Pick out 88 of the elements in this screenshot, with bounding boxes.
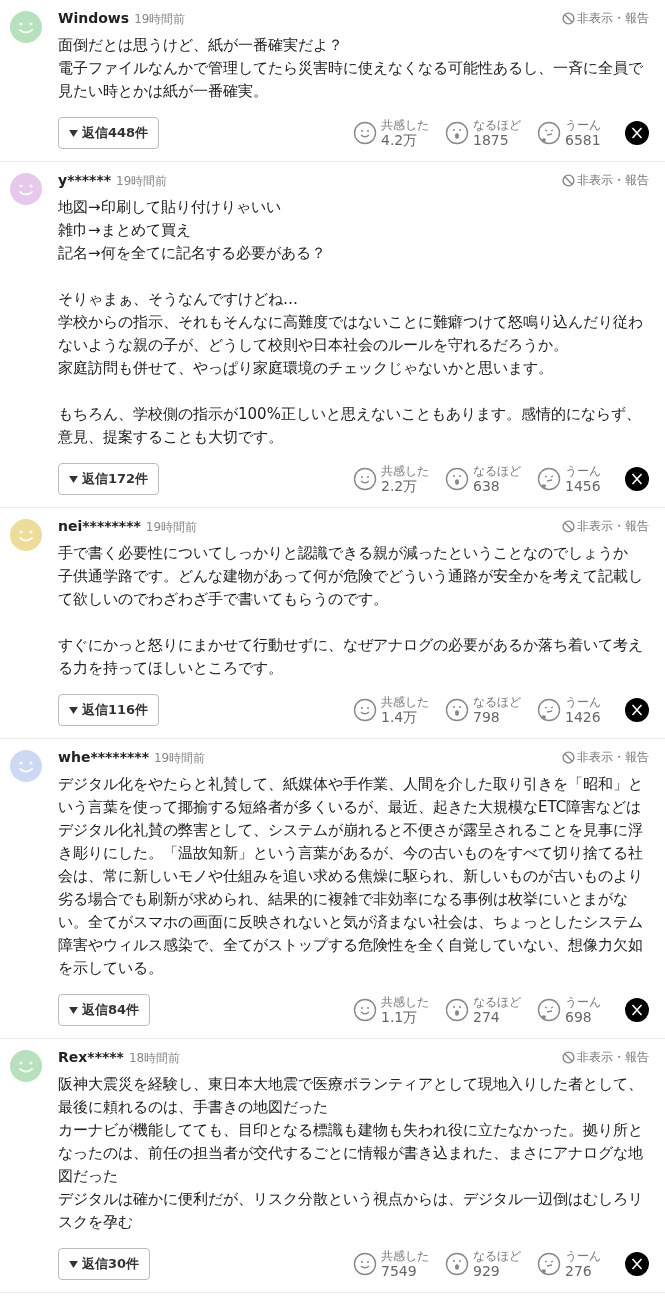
reaction-count: 6581 — [565, 133, 601, 148]
post-time: 19時間前 — [134, 11, 186, 28]
user-name: y****** — [58, 172, 112, 188]
thinking-face-icon[interactable] — [537, 998, 561, 1022]
caret-icon — [69, 706, 78, 714]
reaction-label: 共感した — [381, 1249, 429, 1264]
reaction-count: 274 — [473, 1010, 501, 1025]
comment-text: 面倒だとは思うけど、紙が一番確実だよ？ 電子ファイルなんかで管理してたら災害時に使えなくなる可能性あるし、一斉に全員で見たい時とかは紙が一番確実。 — [58, 35, 644, 102]
reaction-label: 共感した — [381, 464, 429, 479]
reaction-label: うーん — [565, 464, 601, 479]
hide-report-link[interactable]: 非表示・報告 — [562, 749, 649, 766]
reaction-count: 276 — [565, 1264, 593, 1279]
surprised-face-icon[interactable] — [445, 998, 469, 1022]
comment-text: 阪神大震災を経験し、東日本大地震で医療ボランティアとして現地入りした者として、 最後に頼れるのは、手書きの地図だった カーナビが機能してても、目印となる標識も建物も失われ役に立たなかった。拠り所となったのは、前任の担当者が交代するごとに情報が書き込まれた、まさにアナログな地図だった デジタルは確かに便利だが、リスク分散という視点からは、デジタル一辺倒はむしろリスクを孕む — [58, 1074, 644, 1233]
post-time: 19時間前 — [153, 750, 206, 767]
reaction-count: 1.1万 — [381, 1010, 419, 1025]
comment-text: 手で書く必要性についてしっかりと認識できる親が減ったということなのでしょうか 子供通学路です。どんな建物があって何が危険でどういう通路が安全かを考えて記載して欲しいのでわざわざ手で書いてもらうのです。 — [58, 543, 644, 610]
share-icon[interactable] — [625, 121, 649, 145]
thinking-face-icon[interactable] — [537, 1252, 561, 1276]
reaction-label: うーん — [565, 995, 601, 1010]
hide-report-link[interactable]: 非表示・報告 — [562, 10, 649, 27]
reaction-label: うーん — [565, 118, 601, 133]
share-icon[interactable] — [625, 698, 649, 722]
share-icon[interactable] — [625, 467, 649, 491]
reaction-count: 4.2万 — [381, 133, 419, 148]
thinking-face-icon[interactable] — [537, 698, 561, 722]
surprised-face-icon[interactable] — [445, 467, 469, 491]
hide-report-link[interactable]: 非表示・報告 — [562, 1049, 649, 1066]
reply-button[interactable]: 返信116件 — [58, 694, 160, 726]
comment-text: もちろん、学校側の指示が100%正しいと思えないこともあります。感情的にならず、意見、提案することも大切です。 — [58, 404, 642, 448]
reaction-label: なるほど — [473, 1249, 521, 1264]
post-time: 19時間前 — [116, 173, 168, 190]
comment-text: そりゃまぁ、そうなんですけどね… 学校からの指示、それもそんなに高難度ではないことに難癖つけて怒鳴り込んだり従わないような親の子が、どうして校則や日本社会のルールを守れるだろうか。 家庭訪問も併せて、やっぱり家庭環境のチェックじゃないかと思います。 — [58, 289, 644, 379]
caret-icon — [69, 1260, 78, 1268]
reply-button[interactable]: 返信30件 — [58, 1248, 151, 1280]
reaction-count: 2.2万 — [381, 479, 419, 494]
reaction-count: 1456 — [565, 479, 601, 494]
reaction-label: うーん — [565, 695, 601, 710]
caret-icon — [69, 475, 78, 483]
hide-report-link[interactable]: 非表示・報告 — [562, 172, 649, 189]
smile-icon[interactable] — [353, 998, 377, 1022]
ban-icon — [562, 520, 575, 533]
reaction-label: なるほど — [473, 995, 521, 1010]
comment-text: 地図→印刷して貼り付けりゃいい 雑巾→まとめて買え 記名→何を全てに記名する必要がある？ — [58, 197, 327, 264]
surprised-face-icon[interactable] — [445, 1252, 469, 1276]
ban-icon — [562, 174, 575, 187]
reaction-label: うーん — [565, 1249, 601, 1264]
smile-icon[interactable] — [353, 467, 377, 491]
ban-icon — [562, 12, 575, 25]
reaction-count: 7549 — [381, 1264, 418, 1279]
smile-icon[interactable] — [353, 698, 377, 722]
post-time: 18時間前 — [128, 1050, 181, 1067]
reaction-label: 共感した — [381, 995, 429, 1010]
surprised-face-icon[interactable] — [445, 121, 469, 145]
comment-text: デジタル化をやたらと礼賛して、紙媒体や手作業、人間を介した取り引きを「昭和」という言葉を使って揶揄する短絡者が多くいるが、最近、起きた大規模なETC障害などはデジタル化礼賛の弊害として、システムが崩れると不便さが露呈されることを見事に浮き彫りにした。「温故知新」という言葉があるが、今の古いものをすべて切り捨てる社会は、常に新しいモノや仕組みを追い求める焦燥に駆られ、新しいものが古いものより劣る場合でも刷新が求められ、結果的に複雑で非効率になる事例は枚挙にいとまがない。全てがスマホの画面に反映されないと気が済まない社会は、ちょっとしたシステム障害やウィルス感染で、全てがストップする危険性を全く自覚していない、想像力欠如を示している。 — [58, 774, 644, 979]
thinking-face-icon[interactable] — [537, 121, 561, 145]
user-name: Rex***** — [58, 1049, 124, 1065]
user-name: Windows — [58, 10, 130, 26]
surprised-face-icon[interactable] — [445, 698, 469, 722]
reply-button[interactable]: 返信84件 — [58, 994, 151, 1026]
reaction-count: 929 — [473, 1264, 501, 1279]
reaction-count: 638 — [473, 479, 501, 494]
reaction-count: 1875 — [473, 133, 510, 148]
smile-icon[interactable] — [353, 1252, 377, 1276]
comment-text: すぐにかっと怒りにまかせて行動せずに、なぜアナログの必要があるか落ち着いて考える力を持ってほしいところです。 — [58, 635, 644, 679]
share-icon[interactable] — [625, 998, 649, 1022]
thinking-face-icon[interactable] — [537, 467, 561, 491]
share-icon[interactable] — [625, 1252, 649, 1276]
reaction-count: 1.4万 — [381, 710, 419, 725]
ban-icon — [562, 751, 575, 764]
reaction-label: なるほど — [473, 695, 521, 710]
post-time: 19時間前 — [145, 519, 198, 536]
reply-button[interactable]: 返信448件 — [58, 117, 160, 149]
reaction-count: 698 — [565, 1010, 593, 1025]
hide-report-link[interactable]: 非表示・報告 — [562, 518, 649, 535]
reaction-label: 共感した — [381, 118, 429, 133]
reaction-label: 共感した — [381, 695, 429, 710]
ban-icon — [562, 1051, 575, 1064]
caret-icon — [69, 1006, 78, 1014]
smile-icon[interactable] — [353, 121, 377, 145]
reaction-count: 798 — [473, 710, 501, 725]
user-name: nei******** — [58, 518, 141, 534]
caret-icon — [69, 129, 78, 137]
reaction-label: なるほど — [473, 118, 521, 133]
user-name: whe******** — [58, 749, 149, 765]
reaction-label: なるほど — [473, 464, 521, 479]
reply-button[interactable]: 返信172件 — [58, 463, 160, 495]
reaction-count: 1426 — [565, 710, 601, 725]
